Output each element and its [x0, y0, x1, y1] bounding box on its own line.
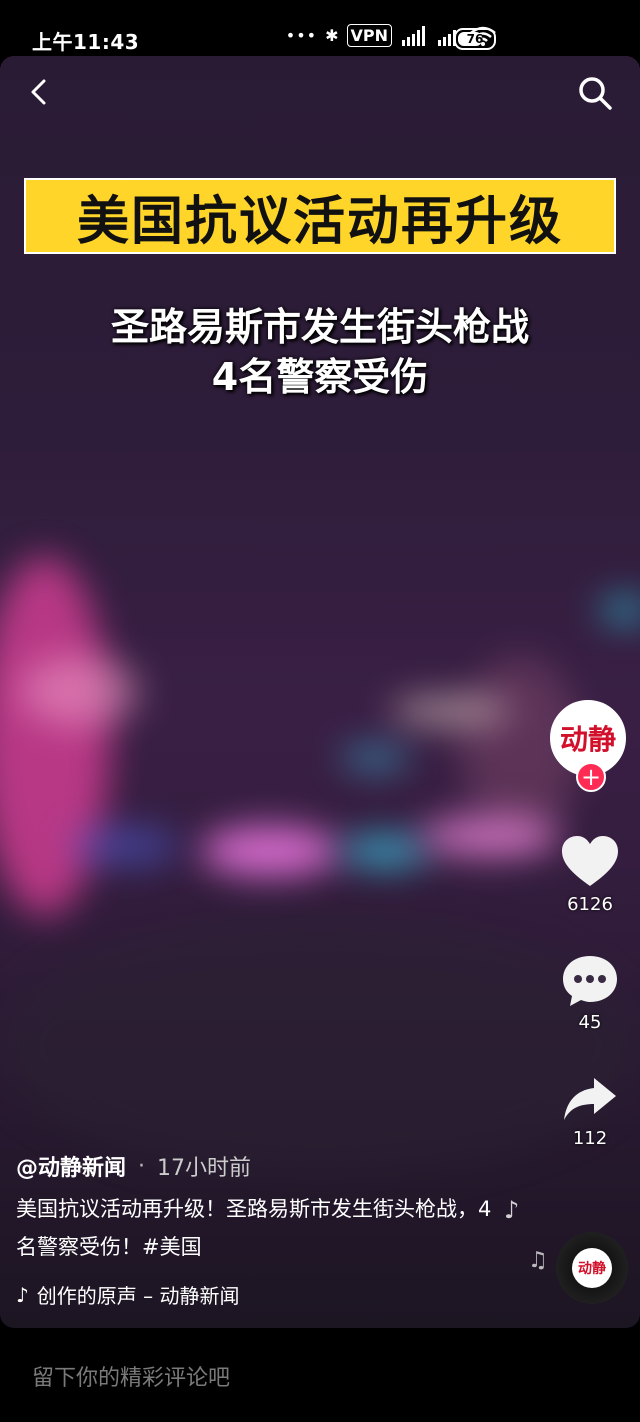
like-button[interactable]: 6126 — [560, 834, 620, 915]
battery-level: 76 — [466, 32, 484, 46]
share-count: 112 — [572, 1128, 608, 1149]
video-light — [340, 836, 430, 866]
back-icon[interactable] — [26, 78, 54, 106]
music-disc-icon[interactable]: 动静 — [556, 1232, 628, 1304]
battery-indicator: 76 — [454, 28, 496, 50]
separator: · — [138, 1153, 146, 1179]
disc-logo: 动静 — [572, 1248, 612, 1288]
author-name[interactable]: @动静新闻 — [16, 1150, 126, 1182]
comment-button[interactable]: 45 — [560, 952, 620, 1033]
music-title: 创作的原声 – 动静新闻 — [36, 1284, 240, 1308]
video-light — [200, 826, 340, 876]
like-count: 6126 — [567, 894, 613, 915]
video-title-banner: 美国抗议活动再升级 — [24, 178, 616, 254]
video-caption[interactable]: 美国抗议活动再升级！圣路易斯市发生街头枪战，4名警察受伤！#美国 — [16, 1190, 496, 1266]
video-subtitle-line1: 圣路易斯市发生街头枪战 — [110, 305, 529, 349]
bluetooth-icon: ✱ — [325, 26, 339, 45]
music-note-icon: ♪ — [16, 1282, 29, 1307]
video-light — [600, 596, 640, 624]
video-light — [70, 826, 180, 866]
post-time: 17小时前 — [157, 1156, 252, 1181]
search-icon[interactable] — [576, 74, 614, 112]
video-subtitle-line2: 4名警察受伤 — [211, 355, 429, 399]
signal-hd-icon — [402, 25, 425, 46]
more-dots-icon: ••• — [285, 26, 318, 45]
floating-note-icon: ♫ — [528, 1248, 548, 1273]
comment-input[interactable]: 留下你的精彩评论吧 — [32, 1360, 230, 1392]
video-blur — [0, 916, 640, 1176]
heart-icon — [562, 836, 618, 886]
comment-icon — [563, 956, 617, 1006]
share-icon — [564, 1078, 616, 1120]
vpn-icon: VPN — [346, 24, 392, 47]
status-time: 上午11:43 — [32, 30, 140, 54]
share-button[interactable]: 112 — [560, 1074, 620, 1149]
avatar-logo-text: 动静 — [559, 723, 616, 756]
music-info[interactable]: ♪ 创作的原声 – 动静新闻 — [16, 1280, 239, 1309]
follow-button[interactable]: + — [576, 762, 606, 792]
banner-title: 美国抗议活动再升级 — [76, 191, 563, 252]
video-light — [20, 656, 140, 726]
comment-count: 45 — [578, 1012, 602, 1033]
video-light — [420, 816, 560, 856]
floating-note-icon: ♪ — [504, 1196, 520, 1224]
video-light — [390, 696, 510, 726]
comment-bar[interactable]: 留下你的精彩评论吧 — [0, 1328, 640, 1422]
author-line: @动静新闻 · 17小时前 — [16, 1150, 251, 1182]
video-light — [340, 746, 410, 770]
